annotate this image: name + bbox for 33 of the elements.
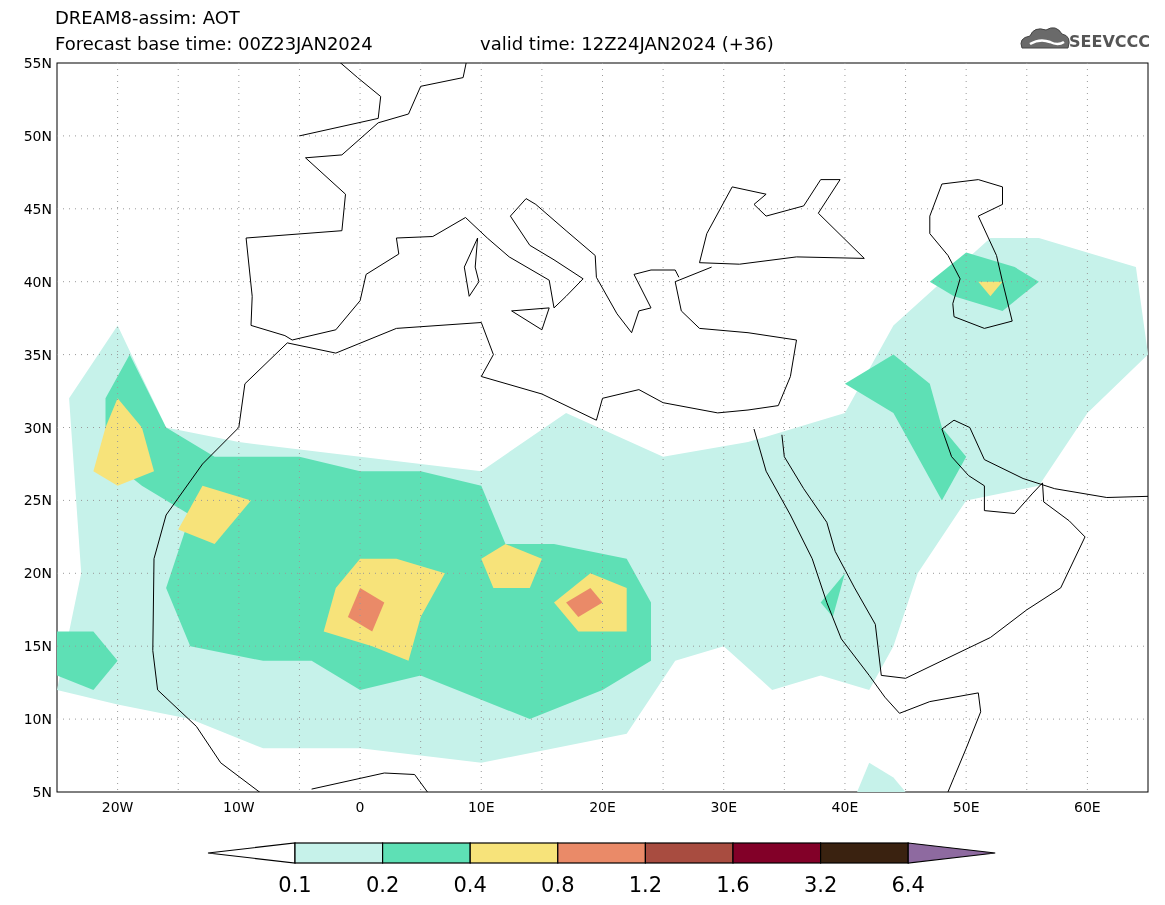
latitude-label: 45N (23, 200, 52, 217)
valid-time-label: valid time: 12Z24JAN2024 (+36) (480, 33, 774, 54)
colorbar-label: 1.2 (628, 873, 663, 897)
latitude-label: 25N (23, 492, 52, 509)
latitude-label: 20N (23, 565, 52, 582)
longitude-label: 30E (710, 799, 738, 815)
colorbar-label: 1.6 (716, 873, 750, 897)
colorbar-label: 0.2 (365, 873, 400, 897)
cloud-icon (1020, 27, 1070, 49)
latitude-label: 55N (23, 55, 52, 71)
latitude-label: 10N (23, 711, 52, 728)
chart-title: DREAM8-assim: AOT (55, 7, 240, 28)
colorbar-label: 3.2 (803, 873, 838, 897)
longitude-label: 10W (223, 799, 255, 815)
latitude-label: 35N (23, 346, 52, 363)
latitude-label: 15N (23, 638, 52, 655)
logo-text: SEEVCCC (1069, 32, 1150, 51)
longitude-label: 0 (355, 799, 365, 815)
base-time-label: Forecast base time: 00Z23JAN2024 (55, 33, 373, 54)
latitude-label: 40N (23, 273, 52, 290)
latitude-label: 5N (32, 784, 52, 800)
longitude-label: 60E (1074, 799, 1101, 815)
colorbar-label: 0.4 (453, 873, 487, 897)
latitude-label: 50N (23, 127, 52, 144)
colorbar-label: 0.1 (278, 873, 312, 897)
latitude-label: 30N (23, 419, 52, 436)
longitude-label: 40E (831, 799, 859, 815)
colorbar-label: 0.8 (541, 873, 575, 897)
longitude-label: 50E (952, 799, 980, 815)
longitude-label: 20E (589, 799, 616, 815)
longitude-label: 20W (101, 799, 134, 815)
colorbar-label: 6.4 (891, 873, 925, 897)
longitude-label: 10E (467, 799, 495, 815)
